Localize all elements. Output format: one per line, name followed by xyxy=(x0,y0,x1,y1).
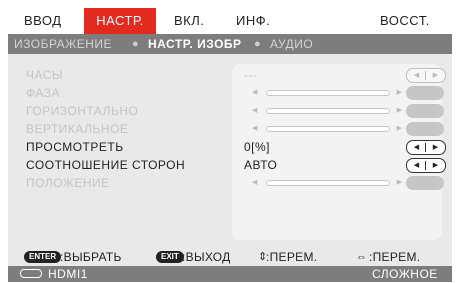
adjust-arrows[interactable]: ◀ ▶ xyxy=(406,68,446,83)
right-arrow-icon[interactable]: ▶ xyxy=(426,159,445,172)
setting-row-phase[interactable]: ФАЗА ◀ ▶ xyxy=(8,84,452,102)
left-arrow-icon[interactable]: ◀ xyxy=(252,102,257,120)
slider-track[interactable] xyxy=(266,108,390,114)
value-box xyxy=(406,86,444,100)
submenu-separator: ● xyxy=(254,38,261,50)
setting-label: СООТНОШЕНИЕ СТОРОН xyxy=(26,158,186,172)
setting-row-clock[interactable]: ЧАСЫ --- ◀ ▶ xyxy=(8,66,452,84)
top-menu-bar: ВВОД НАСТР. ВКЛ. ИНФ. ВОССТ. xyxy=(8,8,452,34)
subtab-image[interactable]: ИЗОБРАЖЕНИЕ xyxy=(14,34,112,54)
right-arrow-icon[interactable]: ▶ xyxy=(426,69,445,82)
submenu-bar: ИЗОБРАЖЕНИЕ ● НАСТР. ИЗОБР ● АУДИО xyxy=(8,34,452,54)
projector-osd: ВВОД НАСТР. ВКЛ. ИНФ. ВОССТ. ИЗОБРАЖЕНИЕ… xyxy=(8,8,452,282)
slider-track[interactable] xyxy=(266,180,390,186)
setting-label: ФАЗА xyxy=(26,86,60,100)
right-arrow-icon[interactable]: ▶ xyxy=(397,120,402,138)
adjust-arrows[interactable]: ◀ ▶ xyxy=(406,140,446,155)
enter-key-icon: ENTER xyxy=(24,251,62,263)
right-arrow-icon[interactable]: ▶ xyxy=(397,174,402,192)
tab-on[interactable]: ВКЛ. xyxy=(174,8,204,34)
left-arrow-icon[interactable]: ◀ xyxy=(407,141,426,154)
left-arrow-icon[interactable]: ◀ xyxy=(252,84,257,102)
left-arrow-icon[interactable]: ◀ xyxy=(252,120,257,138)
setting-label: ГОРИЗОНТАЛЬНО xyxy=(26,104,139,118)
right-arrow-icon[interactable]: ▶ xyxy=(397,102,402,120)
setting-row-overscan[interactable]: ПРОСМОТРЕТЬ 0[%] ◀ ▶ xyxy=(8,138,452,156)
enter-hint: :ВЫБРАТЬ xyxy=(60,250,122,264)
value-slider[interactable]: ◀ ▶ xyxy=(252,102,402,120)
setting-row-aspect-ratio[interactable]: СООТНОШЕНИЕ СТОРОН АВТО ◀ ▶ xyxy=(8,156,452,174)
tab-setup[interactable]: НАСТР. xyxy=(84,8,156,34)
tab-info[interactable]: ИНФ. xyxy=(236,8,270,34)
setting-row-horizontal[interactable]: ГОРИЗОНТАЛЬНО ◀ ▶ xyxy=(8,102,452,120)
setting-row-position[interactable]: ПОЛОЖЕНИЕ ◀ ▶ xyxy=(8,174,452,192)
value-slider[interactable]: ◀ ▶ xyxy=(252,120,402,138)
setting-row-vertical[interactable]: ВЕРТИКАЛЬНОЕ ◀ ▶ xyxy=(8,120,452,138)
tab-reset[interactable]: ВОССТ. xyxy=(380,8,430,34)
right-arrow-icon[interactable]: ▶ xyxy=(426,141,445,154)
slider-track[interactable] xyxy=(266,126,390,132)
setting-label: ПРОСМОТРЕТЬ xyxy=(26,140,124,154)
value-slider[interactable]: ◀ ▶ xyxy=(252,174,402,192)
setting-value: 0[%] xyxy=(244,140,271,154)
exit-hint: :ВЫХОД xyxy=(182,250,231,264)
value-slider[interactable]: ◀ ▶ xyxy=(252,84,402,102)
value-box xyxy=(406,104,444,118)
status-bar: HDMI1 СЛОЖНОЕ xyxy=(8,266,452,282)
left-arrow-icon[interactable]: ◀ xyxy=(407,159,426,172)
move-hint-2: :ПЕРЕМ. xyxy=(369,250,421,264)
setting-label: ПОЛОЖЕНИЕ xyxy=(26,176,110,190)
setting-label: ВЕРТИКАЛЬНОЕ xyxy=(26,122,129,136)
slider-track[interactable] xyxy=(266,90,390,96)
setting-value: АВТО xyxy=(244,158,278,172)
left-arrow-icon[interactable]: ◀ xyxy=(407,69,426,82)
setting-label: ЧАСЫ xyxy=(26,68,64,82)
move-hint: :ПЕРЕМ. xyxy=(266,250,318,264)
tab-input[interactable]: ВВОД xyxy=(24,8,62,34)
right-arrow-icon[interactable]: ▶ xyxy=(397,84,402,102)
exit-key-icon: EXIT xyxy=(156,251,184,263)
value-box xyxy=(406,176,444,190)
setting-value: --- xyxy=(244,68,258,82)
input-source: HDMI1 xyxy=(48,267,88,281)
menu-mode: СЛОЖНОЕ xyxy=(372,267,438,281)
subtab-audio[interactable]: АУДИО xyxy=(270,34,313,54)
value-box xyxy=(406,122,444,136)
submenu-separator: ● xyxy=(132,38,139,50)
key-hints: ENTER :ВЫБРАТЬ EXIT :ВЫХОД ⇕ :ПЕРЕМ. ⇔ :… xyxy=(8,248,452,266)
hdmi-connector-icon xyxy=(20,269,42,278)
subtab-image-settings[interactable]: НАСТР. ИЗОБР xyxy=(148,34,242,54)
left-arrow-icon[interactable]: ◀ xyxy=(252,174,257,192)
adjust-arrows[interactable]: ◀ ▶ xyxy=(406,158,446,173)
left-right-arrow-icon: ⇔ xyxy=(356,251,367,263)
